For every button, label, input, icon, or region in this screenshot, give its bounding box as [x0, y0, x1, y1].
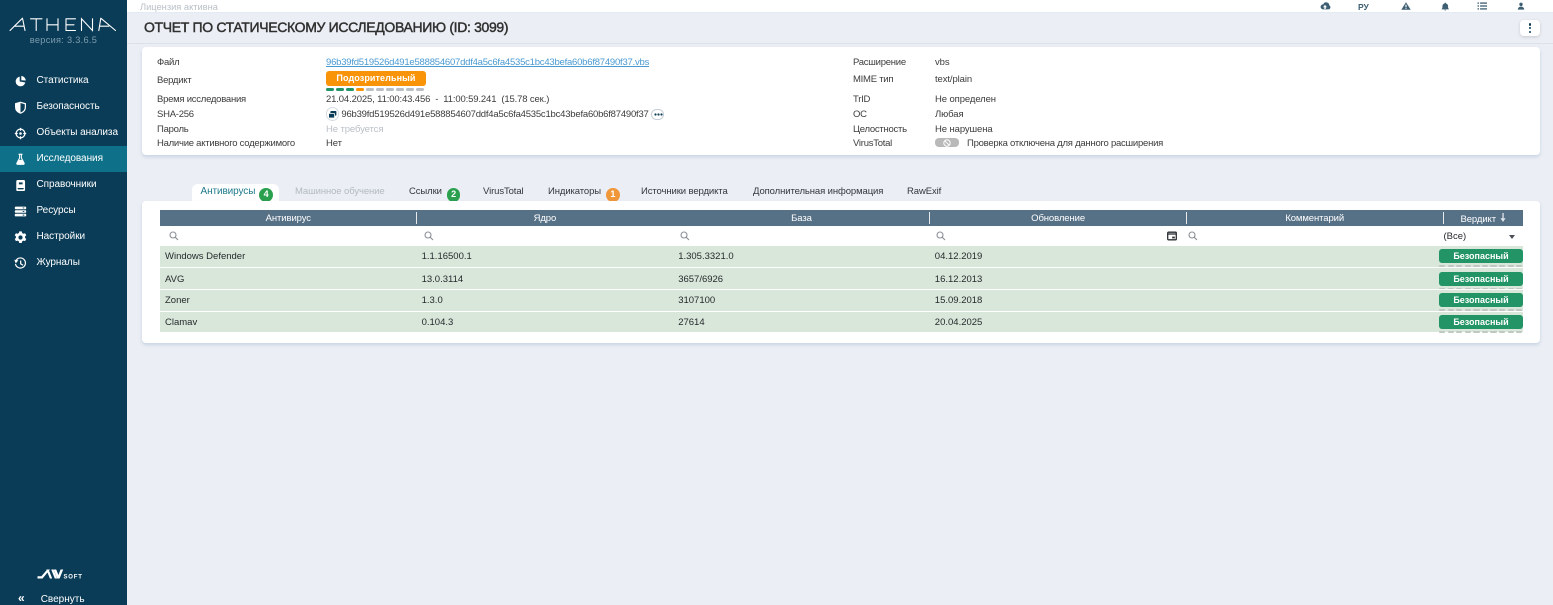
svg-text:SOFT: SOFT — [64, 575, 83, 581]
